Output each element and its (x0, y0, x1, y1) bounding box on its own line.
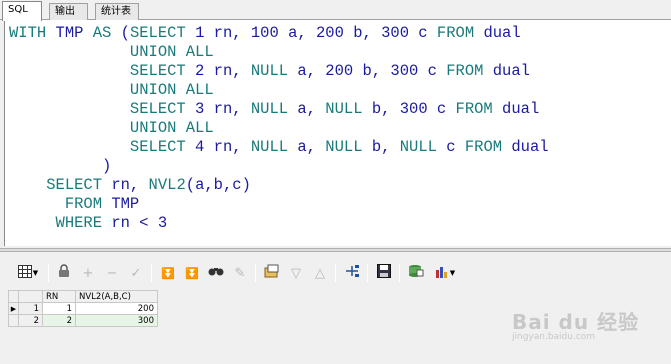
sql-code[interactable]: WITH TMP AS (SELECT 1 rn, 100 a, 200 b, … (9, 24, 549, 233)
database-export-icon (408, 264, 424, 282)
chevron-down-icon: ▼ (32, 269, 39, 277)
grid-header-row: RN NVL2(A,B,C) (8, 290, 158, 303)
code-line[interactable]: SELECT 3 rn, NULL a, NULL b, 300 c FROM … (9, 100, 549, 119)
row-number: 1 (18, 302, 43, 315)
code-line[interactable]: FROM TMP (9, 195, 549, 214)
tab-output[interactable]: 输出 (49, 3, 88, 20)
watermark-logo: Bai du 经验 jingyan.baidu.com (512, 310, 640, 342)
code-line[interactable]: WITH TMP AS (SELECT 1 rn, 100 a, 200 b, … (9, 24, 549, 43)
filter-up-button[interactable]: △ (310, 263, 330, 283)
add-row-button[interactable]: + (78, 263, 98, 283)
splitter[interactable] (0, 248, 671, 252)
tree-link-icon (344, 264, 360, 282)
export-button[interactable] (262, 263, 282, 283)
result-grid[interactable]: RN NVL2(A,B,C) ▶ 1 1 200 2 2 300 (8, 290, 158, 327)
filter-down-button[interactable]: ▽ (286, 263, 306, 283)
triangle-up-icon: △ (315, 265, 325, 281)
chart-button[interactable]: ▼ (430, 263, 460, 283)
current-row-indicator-icon: ▶ (8, 302, 19, 315)
tab-bar: SQL 输出 统计表 (0, 0, 671, 21)
code-line[interactable]: UNION ALL (9, 119, 549, 138)
first-record-button[interactable]: ⏬ (158, 263, 178, 283)
code-line[interactable]: WHERE rn < 3 (9, 214, 549, 233)
save-icon (377, 264, 391, 282)
table-row[interactable]: 2 2 300 (8, 314, 158, 327)
tab-statistics[interactable]: 统计表 (95, 3, 139, 20)
last-record-icon: ⏬ (185, 266, 199, 280)
clear-button[interactable]: ✎ (230, 263, 250, 283)
delete-row-button[interactable]: − (102, 263, 122, 283)
chart-icon (435, 265, 449, 282)
tab-sql[interactable]: SQL (2, 1, 42, 21)
find-button[interactable] (206, 263, 226, 283)
lock-icon (58, 264, 70, 282)
eraser-icon: ✎ (234, 265, 246, 281)
save-button[interactable] (374, 263, 394, 283)
code-line[interactable]: SELECT 2 rn, NULL a, 200 b, 300 c FROM d… (9, 62, 549, 81)
delete-row-icon: − (106, 265, 118, 281)
add-row-icon: + (82, 265, 94, 281)
cell-nvl2[interactable]: 200 (75, 302, 158, 315)
column-header-nvl2[interactable]: NVL2(A,B,C) (75, 290, 158, 303)
last-record-button[interactable]: ⏬ (182, 263, 202, 283)
code-line[interactable]: UNION ALL (9, 43, 549, 62)
row-number: 2 (18, 314, 43, 327)
post-check-icon: ✓ (130, 265, 142, 281)
cell-nvl2[interactable]: 300 (75, 314, 158, 327)
triangle-down-icon: ▽ (291, 265, 301, 281)
grid-view-icon (17, 264, 32, 282)
cell-rn[interactable]: 1 (42, 302, 76, 315)
table-row[interactable]: ▶ 1 1 200 (8, 302, 158, 315)
chevron-down-icon: ▼ (449, 269, 456, 277)
cell-rn[interactable]: 2 (42, 314, 76, 327)
first-record-icon: ⏬ (161, 266, 175, 280)
post-button[interactable]: ✓ (126, 263, 146, 283)
code-line[interactable]: SELECT 4 rn, NULL a, NULL b, NULL c FROM… (9, 138, 549, 157)
code-line[interactable]: UNION ALL (9, 81, 549, 100)
lock-button[interactable] (54, 263, 74, 283)
code-line[interactable]: ) (9, 157, 549, 176)
database-export-button[interactable] (406, 263, 426, 283)
grid-view-button[interactable]: ▼ (12, 263, 44, 283)
code-line[interactable]: SELECT rn, NVL2(a,b,c) (9, 176, 549, 195)
sql-editor[interactable]: WITH TMP AS (SELECT 1 rn, 100 a, 200 b, … (4, 20, 671, 246)
export-icon (264, 264, 280, 282)
column-header-rn[interactable]: RN (42, 290, 76, 303)
binoculars-icon (208, 265, 224, 281)
link-button[interactable] (342, 263, 362, 283)
result-toolbar: ▼ + − ✓ ⏬ ⏬ ✎ ▽ △ ▼ (8, 261, 671, 287)
